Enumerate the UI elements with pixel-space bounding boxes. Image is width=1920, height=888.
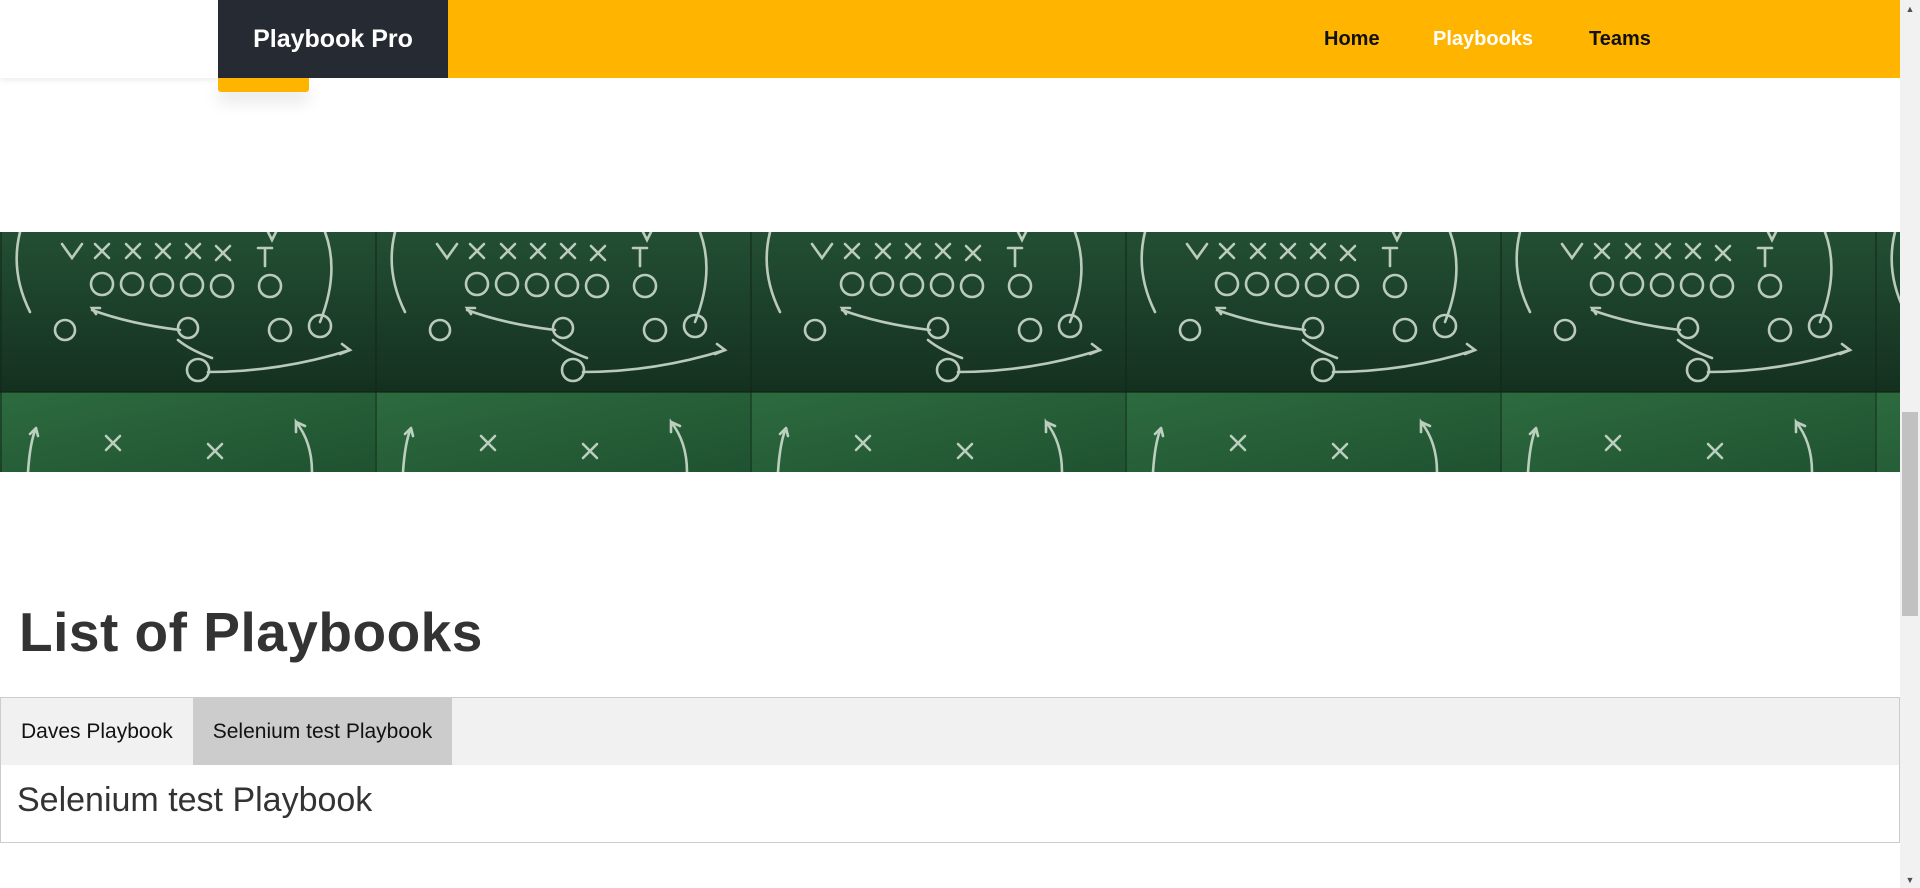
page-content: Playbook Pro Home Playbooks Teams List o… [0, 0, 1900, 888]
nav-home-link[interactable]: Home [1324, 0, 1380, 78]
panel-heading: Selenium test Playbook [17, 781, 373, 819]
header-left-spacer [0, 0, 218, 78]
brand-logo-link[interactable]: Playbook Pro [218, 0, 448, 78]
vertical-scrollbar[interactable]: ▲ ▼ [1900, 0, 1920, 888]
tab-panel: Selenium test Playbook [0, 765, 1900, 843]
scroll-down-arrow-icon[interactable]: ▼ [1900, 871, 1920, 888]
playbook-tabs: Daves Playbook Selenium test Playbook [0, 697, 1900, 766]
page: Playbook Pro Home Playbooks Teams List o… [0, 0, 1920, 888]
tab-selenium-test-playbook[interactable]: Selenium test Playbook [192, 698, 453, 765]
brand-accent-tab [218, 78, 309, 92]
page-title: List of Playbooks [19, 601, 483, 663]
nav-playbooks-link[interactable]: Playbooks [1433, 0, 1533, 78]
playbook-chalkboard-banner [0, 232, 1900, 472]
tab-daves-playbook[interactable]: Daves Playbook [1, 698, 193, 765]
scrollbar-thumb[interactable] [1902, 412, 1918, 616]
scroll-up-arrow-icon[interactable]: ▲ [1900, 0, 1920, 17]
nav-teams-link[interactable]: Teams [1589, 0, 1651, 78]
